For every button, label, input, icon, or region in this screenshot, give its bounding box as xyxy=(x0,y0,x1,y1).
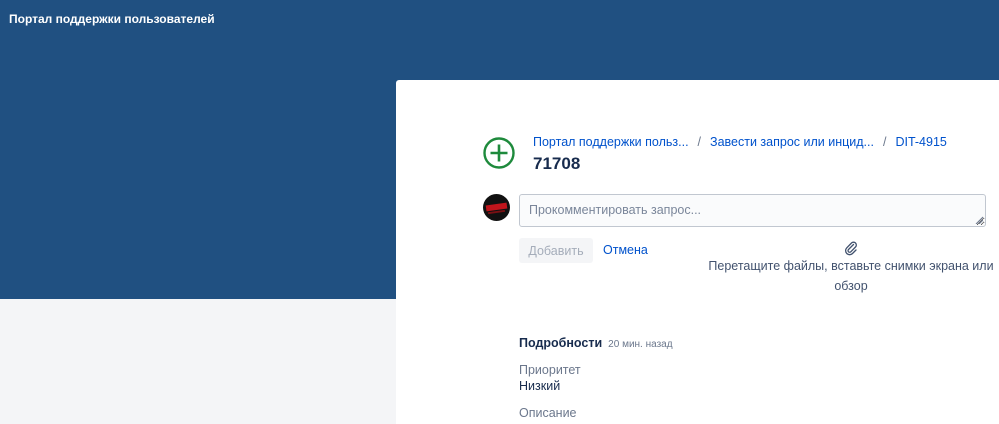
attachment-hint: Перетащите файлы, вставьте снимки экрана… xyxy=(708,259,994,273)
add-comment-button[interactable]: Добавить xyxy=(519,238,593,263)
breadcrumb-portal-link[interactable]: Портал поддержки польз... xyxy=(533,135,689,149)
plus-circle-icon xyxy=(483,137,515,169)
details-header: Подробности 20 мин. назад xyxy=(519,336,673,350)
breadcrumb-separator: / xyxy=(882,135,887,149)
details-timestamp: 20 мин. назад xyxy=(608,339,673,350)
comment-input[interactable] xyxy=(520,195,985,226)
cancel-button[interactable]: Отмена xyxy=(603,243,648,257)
breadcrumb: Портал поддержки польз... / Завести запрос… xyxy=(533,135,947,149)
comment-field xyxy=(519,194,986,227)
breadcrumb-issue-key-link[interactable]: DIT-4915 xyxy=(895,135,946,149)
issue-title: 71708 xyxy=(533,154,581,173)
attachment-dropzone[interactable]: Перетащите файлы, вставьте снимки экрана… xyxy=(706,240,996,296)
description-label: Описание xyxy=(519,406,577,420)
priority-label: Приоритет xyxy=(519,363,581,377)
priority-value: Низкий xyxy=(519,379,561,393)
request-card: Портал поддержки польз... / Завести запрос… xyxy=(396,80,999,424)
breadcrumb-request-type-link[interactable]: Завести запрос или инцид... xyxy=(710,135,874,149)
avatar[interactable] xyxy=(483,194,510,221)
paperclip-icon xyxy=(844,241,857,256)
resize-grip-icon[interactable] xyxy=(975,216,983,224)
portal-title[interactable]: Портал поддержки пользователей xyxy=(9,12,215,26)
details-title: Подробности xyxy=(519,336,603,350)
breadcrumb-separator: / xyxy=(697,135,702,149)
browse-link[interactable]: обзор xyxy=(706,276,996,296)
